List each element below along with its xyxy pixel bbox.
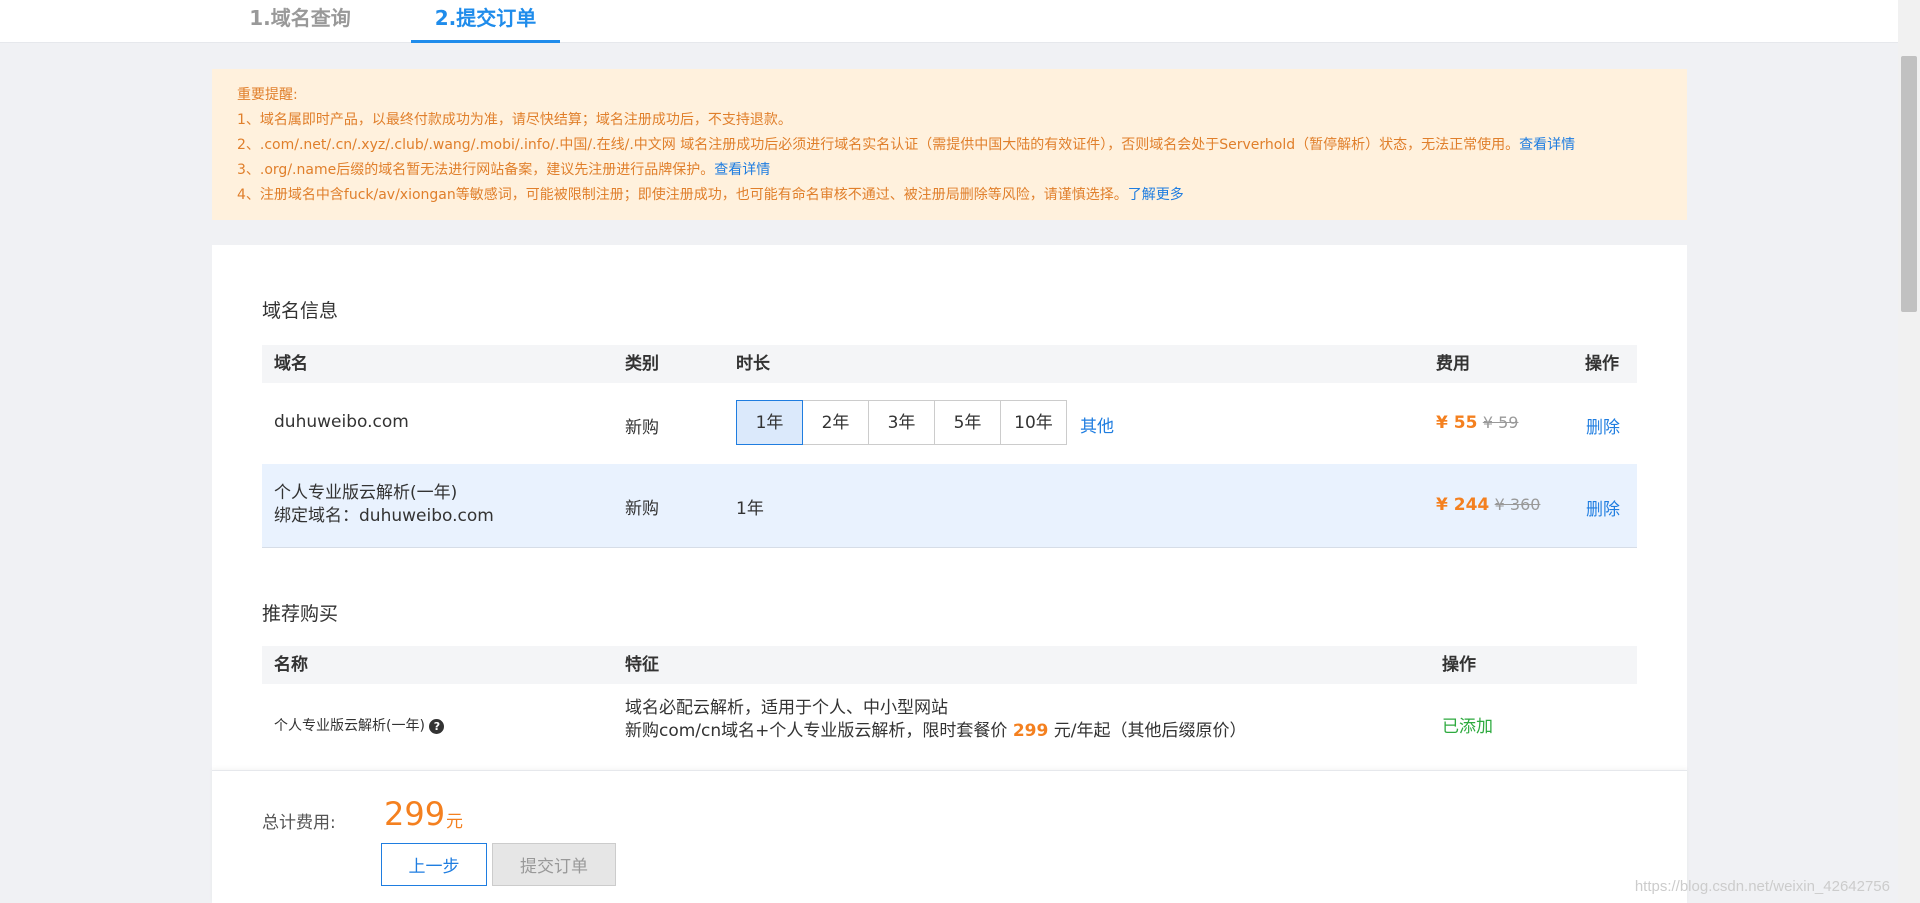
col-name: 名称	[274, 655, 308, 675]
notice-line-4: 4、注册域名中含fuck/av/xiongan等敏感词，可能被限制注册；即使注册…	[237, 187, 1184, 203]
col-feature: 特征	[625, 655, 659, 675]
total-label: 总计费用:	[262, 813, 336, 833]
scrollbar-thumb[interactable]	[1901, 56, 1917, 312]
dns-duration: 1年	[736, 499, 764, 519]
notice-line-4-link[interactable]: 了解更多	[1128, 187, 1184, 203]
domain-type: 新购	[625, 418, 659, 438]
recommend-product-name: 个人专业版云解析(一年) ?	[274, 715, 445, 735]
table-row: 个人专业版云解析(一年) ? 域名必配云解析，适用于个人、中小型网站 新购com…	[262, 684, 1637, 764]
step-submit-order[interactable]: 2.提交订单	[411, 0, 560, 43]
notice-line-2-link[interactable]: 查看详情	[1519, 137, 1575, 153]
step-bar: 1.域名查询 2.提交订单	[0, 0, 1898, 43]
current-price: ¥ 55	[1436, 413, 1478, 433]
col-duration: 时长	[736, 354, 770, 374]
original-price: ¥ 360	[1494, 495, 1541, 514]
delete-dns-link[interactable]: 删除	[1586, 495, 1620, 520]
watermark: https://blog.csdn.net/weixin_42642756	[1634, 878, 1890, 895]
col-cost: 费用	[1436, 354, 1470, 374]
duration-2y-button[interactable]: 2年	[802, 400, 869, 445]
original-price: ¥ 59	[1482, 413, 1519, 432]
recommend-feature: 域名必配云解析，适用于个人、中小型网站 新购com/cn域名+个人专业版云解析，…	[625, 698, 1247, 741]
scrollbar[interactable]	[1898, 0, 1920, 903]
previous-step-button[interactable]: 上一步	[381, 843, 487, 886]
domain-table-header: 域名 类别 时长 费用 操作	[262, 345, 1637, 383]
total-amount: 299	[384, 795, 446, 833]
col-domain: 域名	[274, 354, 308, 374]
added-status: 已添加	[1442, 717, 1493, 737]
dns-type: 新购	[625, 499, 659, 519]
dns-cost: ¥ 244 ¥ 360	[1436, 495, 1540, 515]
duration-1y-button[interactable]: 1年	[736, 400, 803, 445]
notice-line-2: 2、.com/.net/.cn/.xyz/.club/.wang/.mobi/.…	[237, 137, 1576, 153]
col-action: 操作	[1442, 655, 1476, 675]
current-price: ¥ 244	[1436, 495, 1490, 515]
col-action: 操作	[1585, 354, 1619, 374]
duration-other-link[interactable]: 其他	[1080, 412, 1114, 437]
dns-product-name: 个人专业版云解析(一年) 绑定域名：duhuweibo.com	[274, 483, 494, 526]
table-row: duhuweibo.com 新购 1年 2年 3年 5年 10年 其他 ¥ 55…	[262, 382, 1637, 464]
submit-order-button[interactable]: 提交订单	[492, 843, 616, 886]
duration-3y-button[interactable]: 3年	[868, 400, 935, 445]
step-domain-query[interactable]: 1.域名查询	[220, 0, 380, 43]
domain-info-title: 域名信息	[262, 300, 339, 322]
domain-cost: ¥ 55 ¥ 59	[1436, 413, 1518, 433]
important-notice: 重要提醒: 1、域名属即时产品，以最终付款成功为准，请尽快结算；域名注册成功后，…	[212, 69, 1687, 220]
order-footer: 总计费用: 299 元 上一步 提交订单	[212, 770, 1687, 903]
package-price: 299	[1012, 721, 1049, 741]
duration-selector: 1年 2年 3年 5年 10年	[736, 400, 1067, 445]
notice-title: 重要提醒:	[237, 87, 298, 103]
recommend-table-header: 名称 特征 操作	[262, 646, 1637, 684]
recommend-title: 推荐购买	[262, 603, 339, 625]
notice-line-3-link[interactable]: 查看详情	[714, 162, 770, 178]
notice-line-3: 3、.org/.name后缀的域名暂无法进行网站备案，建议先注册进行品牌保护。查…	[237, 162, 771, 178]
table-row: 个人专业版云解析(一年) 绑定域名：duhuweibo.com 新购 1年 ¥ …	[262, 464, 1637, 548]
delete-domain-link[interactable]: 删除	[1586, 413, 1620, 438]
duration-10y-button[interactable]: 10年	[1000, 400, 1067, 445]
help-icon[interactable]: ?	[429, 718, 445, 734]
total-unit: 元	[446, 812, 463, 832]
bound-domain: 绑定域名：duhuweibo.com	[274, 506, 494, 526]
notice-line-1: 1、域名属即时产品，以最终付款成功为准，请尽快结算；域名注册成功后，不支持退款。	[237, 112, 792, 128]
duration-5y-button[interactable]: 5年	[934, 400, 1001, 445]
domain-name: duhuweibo.com	[274, 412, 409, 432]
col-type: 类别	[625, 354, 659, 374]
